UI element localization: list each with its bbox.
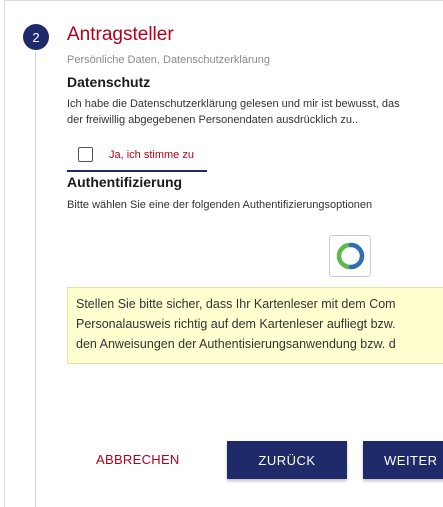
next-button[interactable]: WEITER xyxy=(363,441,443,479)
auth-heading: Authentifizierung xyxy=(67,174,183,190)
consent-checkbox[interactable] xyxy=(78,147,93,162)
consent-option[interactable]: Ja, ich stimme zu xyxy=(78,147,194,162)
step-number-badge: 2 xyxy=(23,24,49,50)
info-text-line-2: Personalausweis richtig auf dem Kartenle… xyxy=(76,317,396,331)
privacy-heading: Datenschutz xyxy=(67,74,151,90)
card-reader-info-box: Stellen Sie bitte sicher, dass Ihr Karte… xyxy=(67,287,443,364)
privacy-text-line-1: Ich habe die Datenschutzerklärung gelese… xyxy=(67,98,400,110)
page-title: Antragsteller xyxy=(67,24,174,45)
back-button[interactable]: ZURÜCK xyxy=(227,441,347,479)
consent-underline xyxy=(67,170,207,172)
cancel-button[interactable]: ABBRECHEN xyxy=(96,452,180,467)
consent-label[interactable]: Ja, ich stimme zu xyxy=(109,149,194,161)
auth-option-ausweisapp[interactable] xyxy=(329,235,371,277)
ausweisapp-icon xyxy=(336,242,365,270)
page-subtitle: Persönliche Daten, Datenschutzerklärung xyxy=(67,54,271,66)
info-text-line-3: den Anweisungen der Authentisierungsanwe… xyxy=(76,337,396,351)
privacy-text-line-2: der freiwillig abgegebenen Personendaten… xyxy=(67,114,359,126)
info-text-line-1: Stellen Sie bitte sicher, dass Ihr Karte… xyxy=(76,297,396,311)
step-connector-line xyxy=(35,52,36,507)
auth-instruction: Bitte wählen Sie eine der folgenden Auth… xyxy=(67,199,373,211)
